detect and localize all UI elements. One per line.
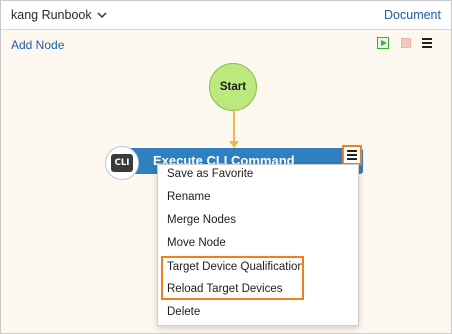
connector-arrow-icon — [229, 141, 239, 148]
runbook-selector[interactable]: kang Runbook — [11, 8, 108, 22]
cli-badge: CLI — [111, 154, 133, 172]
chevron-down-icon — [96, 9, 108, 21]
connector-line — [233, 109, 235, 145]
cli-node-icon[interactable]: CLI — [105, 146, 139, 180]
document-link[interactable]: Document — [384, 8, 441, 22]
add-node-link[interactable]: Add Node — [11, 38, 64, 52]
start-node[interactable]: Start — [209, 63, 257, 111]
node-menu-button[interactable] — [342, 145, 362, 165]
node-context-menu: Save as Favorite Rename Merge Nodes Move… — [157, 164, 359, 326]
hamburger-menu-icon[interactable] — [422, 38, 432, 48]
stop-icon[interactable] — [401, 38, 411, 48]
runbook-title: kang Runbook — [11, 8, 92, 22]
start-node-label: Start — [219, 81, 247, 93]
hamburger-icon — [347, 150, 357, 152]
menu-item-rename[interactable]: Rename — [167, 191, 210, 203]
top-bar: kang Runbook Document — [1, 1, 451, 30]
menu-item-delete[interactable]: Delete — [167, 306, 200, 318]
menu-item-move-node[interactable]: Move Node — [167, 237, 226, 249]
highlight-annotation — [161, 256, 304, 300]
play-icon[interactable] — [377, 37, 389, 49]
menu-item-merge-nodes[interactable]: Merge Nodes — [167, 214, 236, 226]
menu-item-save-as-favorite[interactable]: Save as Favorite — [167, 168, 253, 180]
runbook-editor: kang Runbook Document Add Node Start Exe… — [0, 0, 452, 334]
